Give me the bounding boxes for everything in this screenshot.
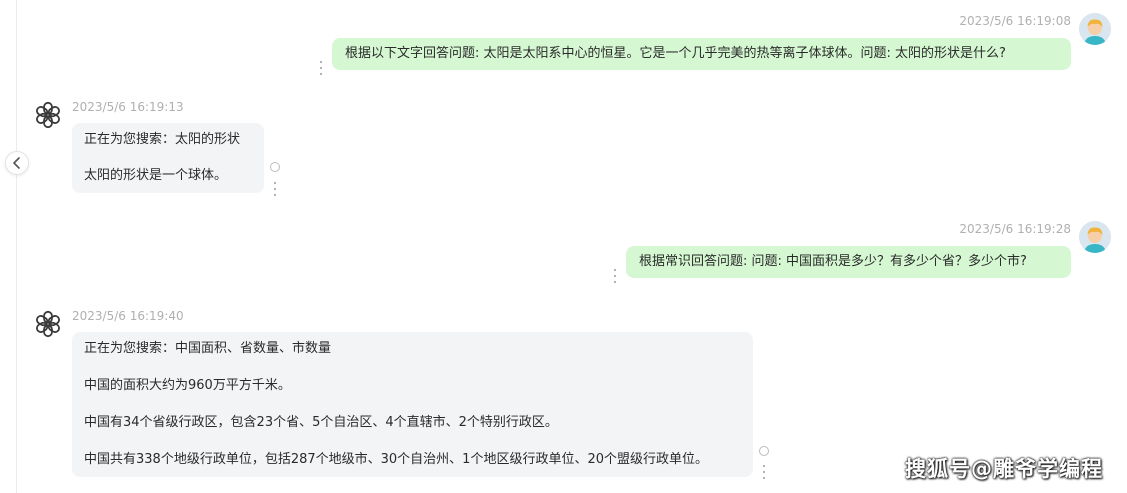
user-avatar-icon — [1079, 13, 1111, 45]
assistant-message-line: 中国的面积大约为960万平方千米。 — [84, 378, 291, 393]
chevron-left-icon — [13, 157, 20, 169]
user-message-text: 根据常识回答问题: 问题: 中国面积是多少？有多少个省？多少个市? — [639, 254, 1027, 269]
message-timestamp: 2023/5/6 16:19:13 — [72, 100, 184, 114]
message-menu-button[interactable] — [272, 182, 278, 196]
user-avatar — [1079, 221, 1111, 253]
user-avatar-icon — [1079, 221, 1111, 253]
assistant-message-line: 中国共有338个地级行政单位，包括287个地级市、30个自治州、1个地区级行政单… — [84, 452, 708, 467]
user-message-text: 根据以下文字回答问题: 太阳是太阳系中心的恒星。它是一个几乎完美的热等离子体球体… — [345, 46, 1006, 61]
message-menu-button[interactable] — [612, 269, 618, 283]
watermark: 搜狐号@雕爷学编程 — [905, 457, 1103, 481]
assistant-message-line: 太阳的形状是一个球体。 — [84, 168, 228, 183]
message-timestamp: 2023/5/6 16:19:08 — [959, 14, 1071, 28]
message-menu-button[interactable] — [761, 465, 767, 479]
message-timestamp: 2023/5/6 16:19:40 — [72, 309, 184, 323]
user-message-bubble[interactable]: 根据常识回答问题: 问题: 中国面积是多少？有多少个省？多少个市? — [626, 246, 1071, 278]
assistant-message-bubble[interactable]: 正在为您搜索：太阳的形状 太阳的形状是一个球体。 — [72, 123, 264, 193]
user-message-bubble[interactable]: 根据以下文字回答问题: 太阳是太阳系中心的恒星。它是一个几乎完美的热等离子体球体… — [332, 38, 1071, 70]
loading-ring-icon — [270, 162, 280, 172]
message-menu-button[interactable] — [318, 61, 324, 75]
assistant-message-line: 正在为您搜索：中国面积、省数量、市数量 — [84, 341, 332, 356]
message-timestamp: 2023/5/6 16:19:28 — [959, 222, 1071, 236]
assistant-message-bubble[interactable]: 正在为您搜索：中国面积、省数量、市数量 中国的面积大约为960万平方千米。 中国… — [72, 332, 753, 477]
loading-ring-icon — [759, 446, 769, 456]
assistant-logo-icon — [36, 101, 60, 129]
collapse-sidebar-button[interactable] — [5, 151, 29, 175]
assistant-message-line: 中国有34个省级行政区，包含23个省、5个自治区、4个直辖市、2个特别行政区。 — [84, 415, 558, 430]
sidebar-divider — [16, 0, 17, 493]
assistant-logo-icon — [36, 310, 60, 338]
assistant-message-line: 正在为您搜索：太阳的形状 — [84, 132, 241, 147]
user-avatar — [1079, 13, 1111, 45]
